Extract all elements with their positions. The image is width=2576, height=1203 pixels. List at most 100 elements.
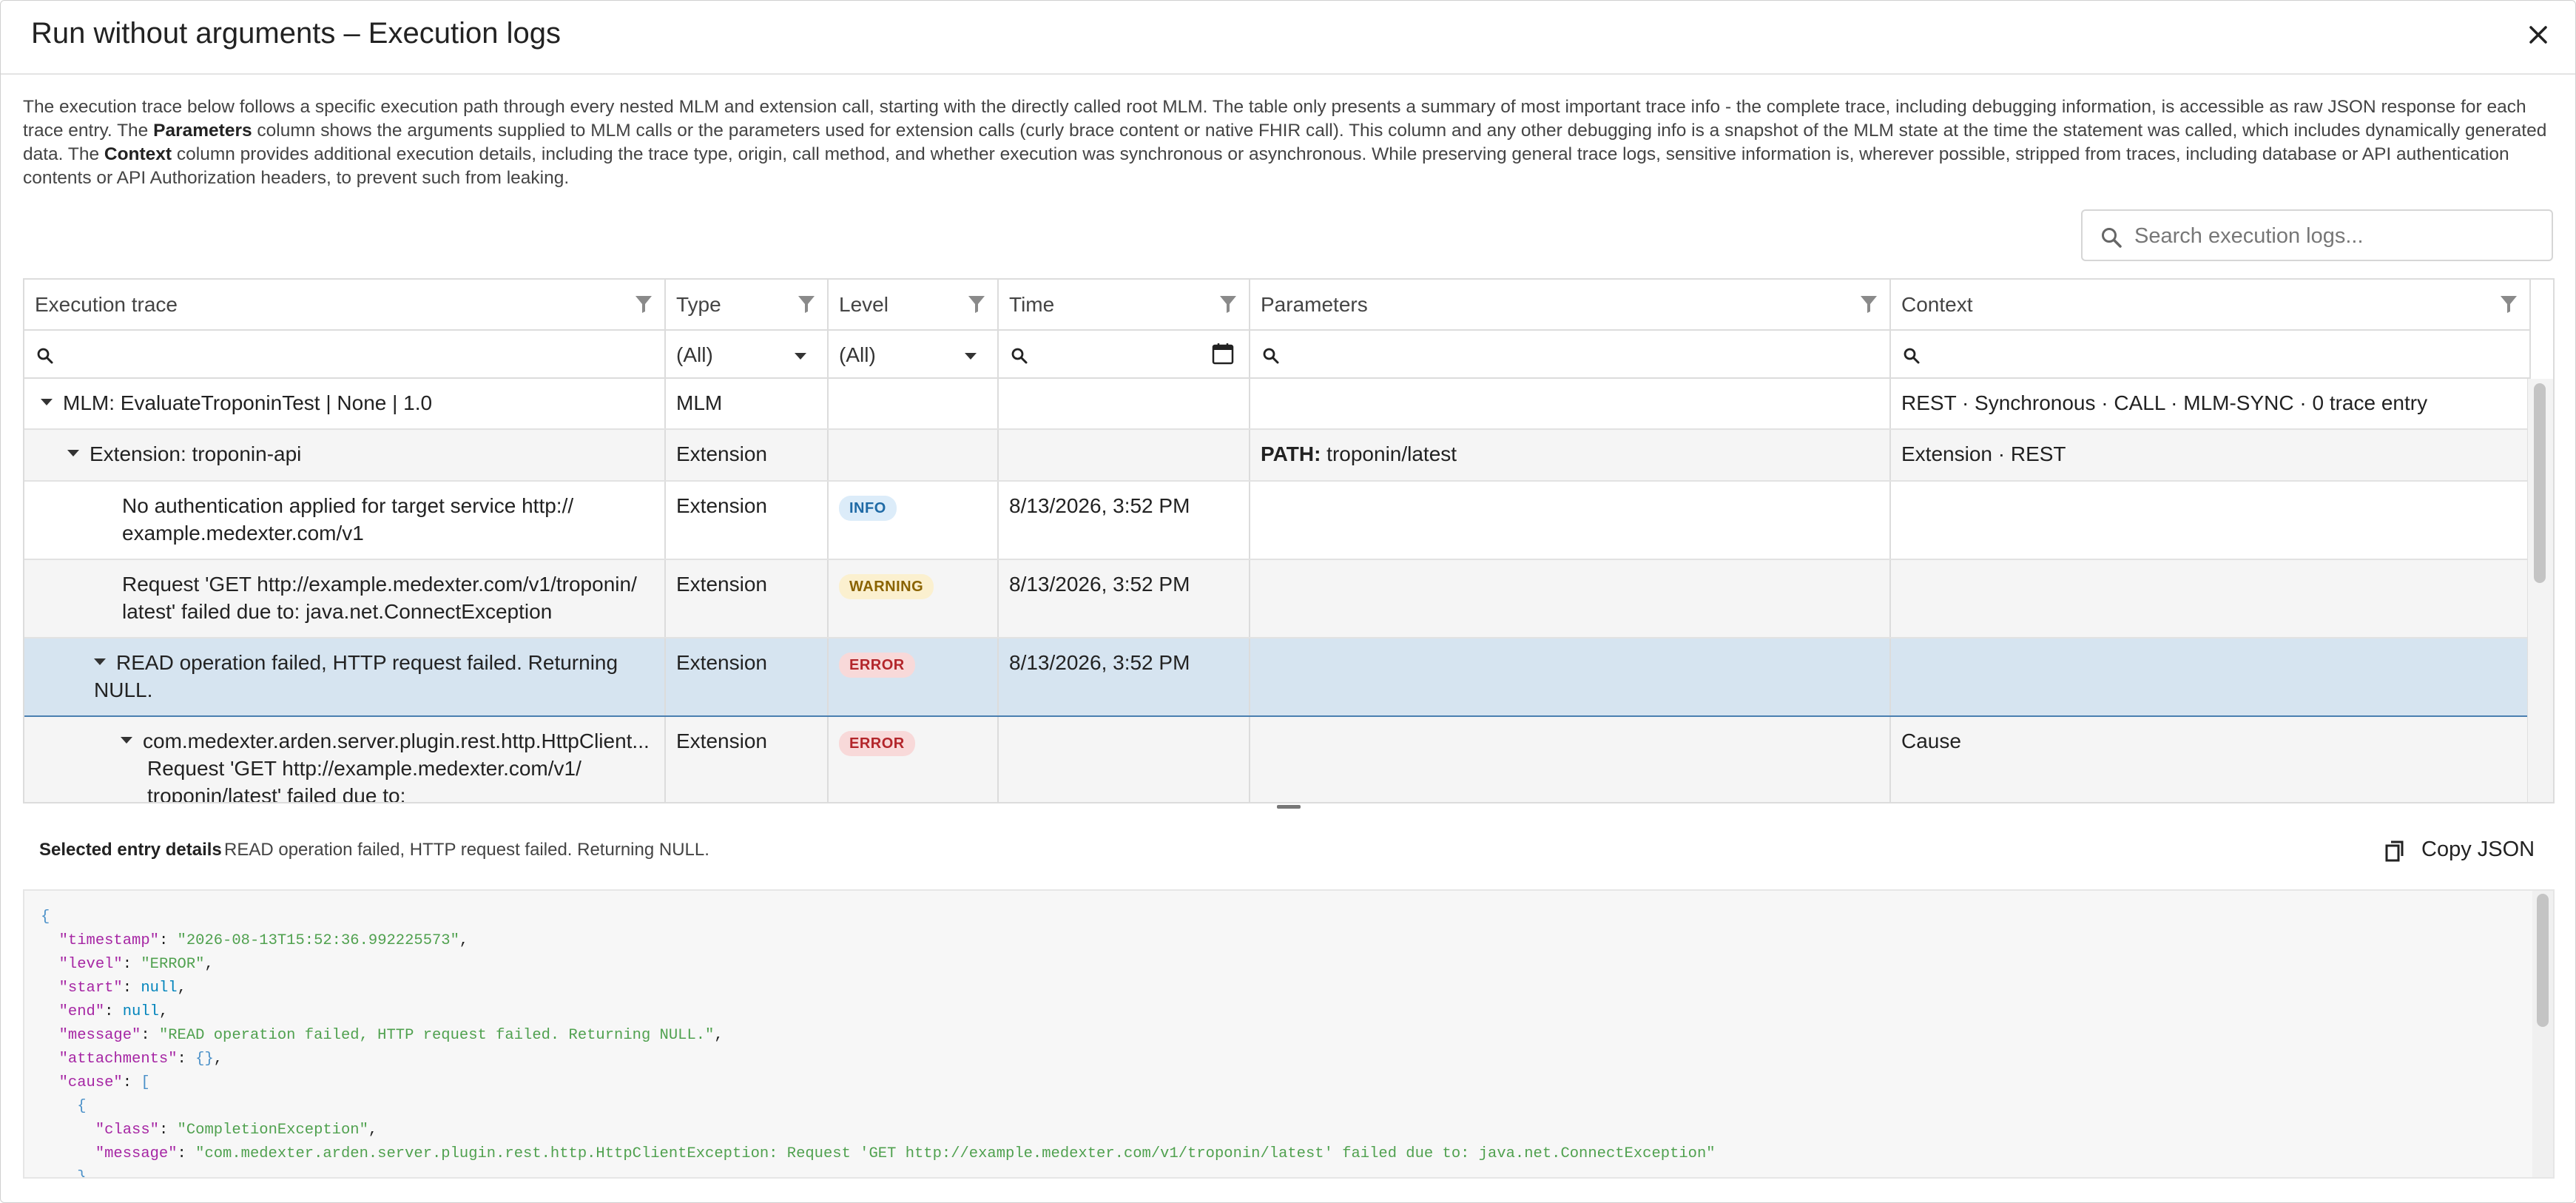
column-header-type[interactable]: Type: [666, 280, 829, 329]
table-row[interactable]: Request 'GET http://example.medexter.com…: [24, 560, 2531, 638]
search-icon: [1263, 348, 1279, 364]
time-cell: [999, 379, 1250, 428]
description-text: The execution trace below follows a spec…: [23, 97, 2547, 188]
filter-icon[interactable]: [635, 294, 653, 314]
filter-row: (All) (All): [24, 329, 2531, 379]
context-cell: REST · Synchronous · CALL · MLM-SYNC · 0…: [1891, 379, 2531, 428]
trace-text: Request 'GET http://example.medexter.com…: [147, 757, 581, 780]
filter-icon[interactable]: [798, 294, 815, 314]
time-cell: 8/13/2026, 3:52 PM: [999, 482, 1250, 559]
context-cell: Extension · REST: [1891, 430, 2531, 480]
type-filter-value: (All): [676, 343, 713, 366]
level-badge-warning: WARNING: [839, 574, 934, 599]
execution-trace-grid: Execution trace Type Level Time Paramete…: [23, 278, 2555, 803]
level-badge-info: INFO: [839, 496, 897, 521]
level-cell: [829, 430, 999, 480]
parameter-key: PATH:: [1261, 442, 1321, 465]
parameters-cell: [1250, 638, 1891, 715]
column-header-execution-trace[interactable]: Execution trace: [24, 280, 666, 329]
parameters-cell: [1250, 482, 1891, 559]
column-header-label: Level: [839, 293, 889, 316]
column-header-context[interactable]: Context: [1891, 280, 2531, 329]
collapse-icon[interactable]: [67, 450, 79, 457]
table-row-selected[interactable]: READ operation failed, HTTP request fail…: [24, 638, 2531, 717]
parameters-cell: [1250, 717, 1891, 802]
copy-icon: [2385, 840, 2404, 862]
column-header-parameters[interactable]: Parameters: [1250, 280, 1891, 329]
trace-cell: READ operation failed, HTTP request fail…: [24, 638, 666, 715]
level-cell: ERROR: [829, 638, 999, 715]
parameters-filter-input[interactable]: [1250, 331, 1891, 379]
scrollbar-thumb[interactable]: [2537, 894, 2549, 1027]
json-scrollbar[interactable]: [2532, 891, 2553, 1177]
collapse-icon[interactable]: [94, 658, 106, 666]
table-row[interactable]: No authentication applied for target ser…: [24, 482, 2531, 560]
table-row[interactable]: MLM: EvaluateTroponinTest | None | 1.0 M…: [24, 379, 2531, 430]
type-cell: Extension: [666, 717, 829, 802]
scrollbar-thumb[interactable]: [2534, 383, 2546, 583]
level-cell: INFO: [829, 482, 999, 559]
details-text: READ operation failed, HTTP request fail…: [224, 840, 709, 860]
filter-icon[interactable]: [968, 294, 985, 314]
context-cell: Cause: [1891, 717, 2531, 802]
column-header-label: Time: [1009, 293, 1055, 316]
column-header-level[interactable]: Level: [829, 280, 999, 329]
table-row[interactable]: Extension: troponin-api Extension PATH: …: [24, 430, 2531, 482]
close-icon: [2529, 26, 2547, 44]
collapse-icon[interactable]: [121, 737, 132, 744]
search-input[interactable]: [2133, 218, 2535, 254]
context-filter-input[interactable]: [1891, 331, 2531, 379]
trace-text: MLM: EvaluateTroponinTest | None | 1.0: [63, 391, 433, 414]
time-filter-input[interactable]: [999, 331, 1250, 379]
type-cell: Extension: [666, 482, 829, 559]
calendar-icon[interactable]: [1212, 343, 1234, 365]
time-cell: [999, 430, 1250, 480]
type-cell: Extension: [666, 638, 829, 715]
type-cell: Extension: [666, 430, 829, 480]
close-button[interactable]: [2523, 20, 2553, 50]
trace-text: READ operation failed, HTTP request fail…: [94, 651, 618, 701]
copy-json-button[interactable]: Copy JSON: [2384, 830, 2535, 870]
dialog-titlebar: Run without arguments – Execution logs: [1, 1, 2575, 75]
level-filter-value: (All): [839, 343, 876, 366]
trace-text: com.medexter.arden.server.plugin.rest.ht…: [143, 729, 650, 752]
column-header-label: Context: [1901, 293, 1973, 316]
filter-icon[interactable]: [1860, 294, 1878, 314]
type-filter-select[interactable]: (All): [666, 331, 829, 379]
filter-icon[interactable]: [1219, 294, 1237, 314]
resize-handle[interactable]: [1277, 805, 1301, 809]
collapse-icon[interactable]: [41, 399, 53, 406]
trace-text: troponin/latest' failed due to:: [147, 784, 406, 803]
json-viewer[interactable]: { "timestamp": "2026-08-13T15:52:36.9922…: [23, 889, 2555, 1179]
dialog-title: Run without arguments – Execution logs: [31, 17, 561, 50]
json-cause-class: "CompletionException": [177, 1122, 368, 1139]
trace-cell: com.medexter.arden.server.plugin.rest.ht…: [24, 717, 666, 803]
grid-scrollbar[interactable]: [2527, 379, 2553, 802]
column-header-time[interactable]: Time: [999, 280, 1250, 329]
execution-logs-dialog: Run without arguments – Execution logs T…: [0, 0, 2576, 1203]
search-icon: [2102, 228, 2122, 248]
filter-icon[interactable]: [2500, 294, 2518, 314]
json-cause-message: "com.medexter.arden.server.plugin.rest.h…: [195, 1145, 1716, 1162]
level-filter-select[interactable]: (All): [829, 331, 999, 379]
column-header-label: Parameters: [1261, 293, 1368, 316]
level-badge-error: ERROR: [839, 653, 915, 678]
time-cell: 8/13/2026, 3:52 PM: [999, 560, 1250, 637]
level-badge-error: ERROR: [839, 731, 915, 756]
trace-cell: Request 'GET http://example.medexter.com…: [24, 560, 666, 637]
trace-cell: Extension: troponin-api: [24, 430, 666, 480]
table-row[interactable]: com.medexter.arden.server.plugin.rest.ht…: [24, 717, 2531, 803]
json-message: "READ operation failed, HTTP request fai…: [158, 1027, 715, 1044]
type-cell: MLM: [666, 379, 829, 428]
search-box[interactable]: [2081, 209, 2553, 261]
json-start: null: [141, 980, 178, 997]
type-cell: Extension: [666, 560, 829, 637]
time-cell: 8/13/2026, 3:52 PM: [999, 638, 1250, 715]
parameters-cell: [1250, 560, 1891, 637]
trace-filter-input[interactable]: [24, 331, 666, 379]
context-cell: [1891, 560, 2531, 637]
parameters-cell: [1250, 379, 1891, 428]
search-icon: [1904, 348, 1920, 364]
trace-text: Extension: troponin-api: [90, 442, 302, 465]
trace-cell: MLM: EvaluateTroponinTest | None | 1.0: [24, 379, 666, 428]
